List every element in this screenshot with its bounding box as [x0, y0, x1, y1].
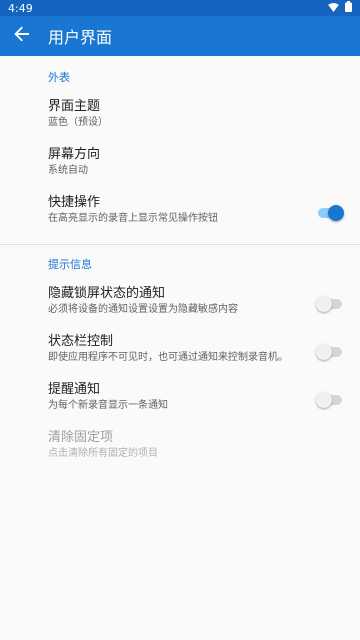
status-icons: [328, 1, 352, 15]
reminder-notification-toggle[interactable]: [316, 392, 342, 408]
setting-hide-lockscreen-notification[interactable]: 隐藏锁屏状态的通知 必须将设备的通知设置设置为隐藏敏感内容: [0, 279, 360, 327]
setting-subtitle: 系统自动: [48, 165, 88, 176]
status-bar: 4:49: [0, 0, 360, 16]
setting-clear-pinned: 清除固定项 点击清除所有固定的项目: [0, 423, 360, 471]
setting-reminder-notification[interactable]: 提醒通知 为每个新录音显示一条通知: [0, 375, 360, 423]
settings-list: 外表 界面主题 蓝色（预设） 屏幕方向 系统自动 快捷操作 在高亮显示的录音上显…: [0, 62, 360, 471]
setting-title: 快捷操作: [48, 195, 101, 210]
setting-title: 隐藏锁屏状态的通知: [48, 286, 166, 301]
setting-title: 界面主题: [48, 99, 101, 114]
setting-subtitle: 蓝色（预设）: [48, 117, 108, 128]
setting-statusbar-control[interactable]: 状态栏控制 即使应用程序不可见时，也可通过通知来控制录音机。: [0, 327, 360, 375]
battery-icon: [345, 1, 352, 15]
setting-title: 提醒通知: [48, 382, 101, 397]
status-time: 4:49: [8, 1, 33, 15]
quick-actions-toggle[interactable]: [318, 205, 344, 221]
setting-theme[interactable]: 界面主题 蓝色（预设）: [0, 92, 360, 140]
toggle-knob: [316, 344, 332, 360]
arrow-back-icon: [14, 26, 30, 46]
section-header-notifications: 提示信息: [48, 258, 92, 271]
setting-title: 状态栏控制: [48, 334, 114, 349]
setting-quick-actions[interactable]: 快捷操作 在高亮显示的录音上显示常见操作按钮: [0, 188, 360, 236]
back-button[interactable]: [10, 24, 34, 48]
toggle-knob: [316, 392, 332, 408]
setting-title: 屏幕方向: [48, 147, 101, 162]
hide-lockscreen-toggle[interactable]: [316, 296, 342, 312]
setting-title: 清除固定项: [48, 430, 114, 445]
section-divider: [0, 244, 360, 245]
statusbar-control-toggle[interactable]: [316, 344, 342, 360]
page-title: 用户界面: [48, 28, 113, 47]
section-header-appearance: 外表: [48, 71, 70, 84]
setting-subtitle: 在高亮显示的录音上显示常见操作按钮: [48, 213, 218, 224]
setting-subtitle: 为每个新录音显示一条通知: [48, 400, 168, 411]
wifi-icon: [328, 2, 339, 15]
app-bar: 用户界面: [0, 16, 360, 56]
toggle-knob: [328, 205, 344, 221]
toggle-knob: [316, 296, 332, 312]
setting-subtitle: 即使应用程序不可见时，也可通过通知来控制录音机。: [48, 352, 288, 363]
setting-subtitle: 点击清除所有固定的项目: [48, 448, 158, 459]
setting-subtitle: 必须将设备的通知设置设置为隐藏敏感内容: [48, 304, 238, 315]
setting-orientation[interactable]: 屏幕方向 系统自动: [0, 140, 360, 188]
